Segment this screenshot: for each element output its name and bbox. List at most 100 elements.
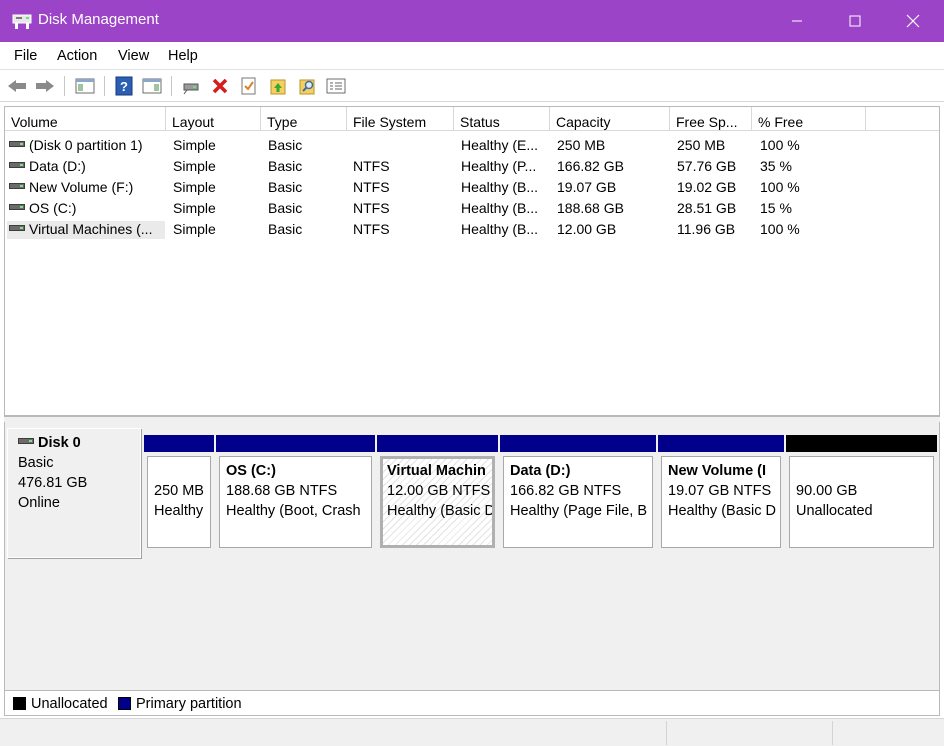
- partition-box-selected[interactable]: Virtual Machin 12.00 GB NTFS Healthy (Ba…: [380, 456, 495, 548]
- percent-free-cell: 15 %: [760, 200, 792, 216]
- capacity-cell: 19.07 GB: [557, 179, 617, 195]
- partition-type-bar: [786, 435, 937, 452]
- column-header-type[interactable]: Type: [261, 107, 347, 131]
- column-header-capacity[interactable]: Capacity: [550, 107, 670, 131]
- file-system-cell: NTFS: [353, 200, 390, 216]
- minimize-button[interactable]: [768, 0, 826, 42]
- type-cell: Basic: [268, 200, 303, 216]
- partition-block[interactable]: New Volume (I 19.07 GB NTFS Healthy (Bas…: [658, 435, 784, 553]
- toolbar-separator: [104, 76, 105, 96]
- partition-block[interactable]: 90.00 GB Unallocated: [786, 435, 937, 553]
- partition-name: [154, 461, 210, 481]
- partition-block[interactable]: OS (C:) 188.68 GB NTFS Healthy (Boot, Cr…: [216, 435, 375, 553]
- show-hide-console-tree-icon[interactable]: [74, 75, 96, 97]
- file-system-cell: NTFS: [353, 221, 390, 237]
- column-header-layout[interactable]: Layout: [166, 107, 261, 131]
- column-header-free-space[interactable]: Free Sp...: [670, 107, 752, 131]
- volume-list[interactable]: Volume Layout Type File System Status Ca…: [4, 106, 940, 416]
- primary-partition-swatch: [118, 697, 131, 710]
- legend: Unallocated Primary partition: [4, 690, 940, 716]
- capacity-cell: 12.00 GB: [557, 221, 617, 237]
- partition-name: New Volume (I: [668, 463, 767, 479]
- volume-icon: [9, 225, 25, 231]
- partition-status: Healthy (Boot, Crash: [226, 503, 361, 519]
- partition-status: Unallocated: [796, 503, 873, 519]
- partition-block[interactable]: Data (D:) 166.82 GB NTFS Healthy (Page F…: [500, 435, 656, 553]
- type-cell: Basic: [268, 179, 303, 195]
- percent-free-cell: 100 %: [760, 137, 800, 153]
- partition-status: Healthy: [154, 503, 204, 519]
- disk-status: Online: [18, 495, 60, 511]
- partition-block[interactable]: Virtual Machin 12.00 GB NTFS Healthy (Ba…: [377, 435, 498, 553]
- disk-icon: [18, 438, 34, 444]
- volume-row[interactable]: (Disk 0 partition 1) Simple Basic Health…: [5, 135, 939, 156]
- partition-box[interactable]: Data (D:) 166.82 GB NTFS Healthy (Page F…: [503, 456, 653, 548]
- column-header-percent-free[interactable]: % Free: [752, 107, 866, 131]
- unallocated-swatch: [13, 697, 26, 710]
- partition-box[interactable]: OS (C:) 188.68 GB NTFS Healthy (Boot, Cr…: [219, 456, 372, 548]
- disk-management-app-icon: [12, 12, 32, 30]
- free-space-cell: 250 MB: [677, 137, 726, 153]
- partition-box[interactable]: New Volume (I 19.07 GB NTFS Healthy (Bas…: [661, 456, 781, 548]
- partition-size: 250 MB: [154, 483, 204, 499]
- volume-row[interactable]: New Volume (F:) Simple Basic NTFS Health…: [5, 177, 939, 198]
- find-icon[interactable]: [296, 75, 318, 97]
- title-bar: Disk Management: [0, 0, 944, 42]
- disk-0-label[interactable]: Disk 0 Basic 476.81 GB Online: [7, 428, 141, 558]
- maximize-button[interactable]: [826, 0, 884, 42]
- toolbar-separator: [64, 76, 65, 96]
- free-space-cell: 28.51 GB: [677, 200, 737, 216]
- volume-row[interactable]: OS (C:) Simple Basic NTFS Healthy (B... …: [5, 198, 939, 219]
- volume-cell: OS (C:): [9, 200, 165, 216]
- column-header-volume[interactable]: Volume: [5, 107, 166, 131]
- partition-type-bar: [500, 435, 656, 452]
- partition-size: 166.82 GB NTFS: [510, 483, 622, 499]
- layout-cell: Simple: [173, 158, 216, 174]
- partition-type-bar: [658, 435, 784, 452]
- percent-free-cell: 35 %: [760, 158, 792, 174]
- layout-cell: Simple: [173, 221, 216, 237]
- partition-name: [796, 461, 933, 481]
- volume-row[interactable]: Virtual Machines (... Simple Basic NTFS …: [5, 219, 939, 240]
- close-button[interactable]: [884, 0, 942, 42]
- menu-view[interactable]: View: [118, 48, 149, 64]
- capacity-cell: 166.82 GB: [557, 158, 624, 174]
- volume-icon: [9, 162, 25, 168]
- volume-cell: New Volume (F:): [9, 179, 165, 195]
- partition-box[interactable]: 90.00 GB Unallocated: [789, 456, 934, 548]
- help-icon[interactable]: ?: [113, 75, 135, 97]
- status-cell: Healthy (B...: [461, 221, 539, 237]
- column-header-file-system[interactable]: File System: [347, 107, 454, 131]
- volume-icon: [9, 204, 25, 210]
- percent-free-cell: 100 %: [760, 221, 800, 237]
- show-hide-action-pane-icon[interactable]: [141, 75, 163, 97]
- status-cell: Healthy (E...: [461, 137, 539, 153]
- checklist-icon[interactable]: [238, 75, 260, 97]
- back-icon[interactable]: [6, 75, 28, 97]
- column-header-status[interactable]: Status: [454, 107, 550, 131]
- status-cell: Healthy (B...: [461, 179, 539, 195]
- type-cell: Basic: [268, 221, 303, 237]
- partition-size: 90.00 GB: [796, 483, 858, 499]
- properties-icon[interactable]: [325, 75, 347, 97]
- menu-action[interactable]: Action: [57, 48, 97, 64]
- partition-name: Data (D:): [510, 463, 571, 479]
- menu-file[interactable]: File: [14, 48, 37, 64]
- partition-box[interactable]: 250 MB Healthy: [147, 456, 211, 548]
- disk-size: 476.81 GB: [18, 475, 88, 491]
- volume-row[interactable]: Data (D:) Simple Basic NTFS Healthy (P..…: [5, 156, 939, 177]
- file-system-cell: NTFS: [353, 158, 390, 174]
- partition-name: Virtual Machin: [387, 463, 486, 479]
- forward-icon[interactable]: [34, 75, 56, 97]
- partition-type-bar: [216, 435, 375, 452]
- delete-icon[interactable]: [209, 75, 231, 97]
- free-space-cell: 57.76 GB: [677, 158, 737, 174]
- menu-help[interactable]: Help: [168, 48, 198, 64]
- partition-block[interactable]: 250 MB Healthy: [144, 435, 214, 553]
- partition-size: 19.07 GB NTFS: [668, 483, 772, 499]
- toolbar-separator: [171, 76, 172, 96]
- status-separator: [666, 721, 667, 745]
- connect-drive-icon[interactable]: [180, 75, 202, 97]
- folder-up-icon[interactable]: [267, 75, 289, 97]
- status-bar: [0, 718, 944, 746]
